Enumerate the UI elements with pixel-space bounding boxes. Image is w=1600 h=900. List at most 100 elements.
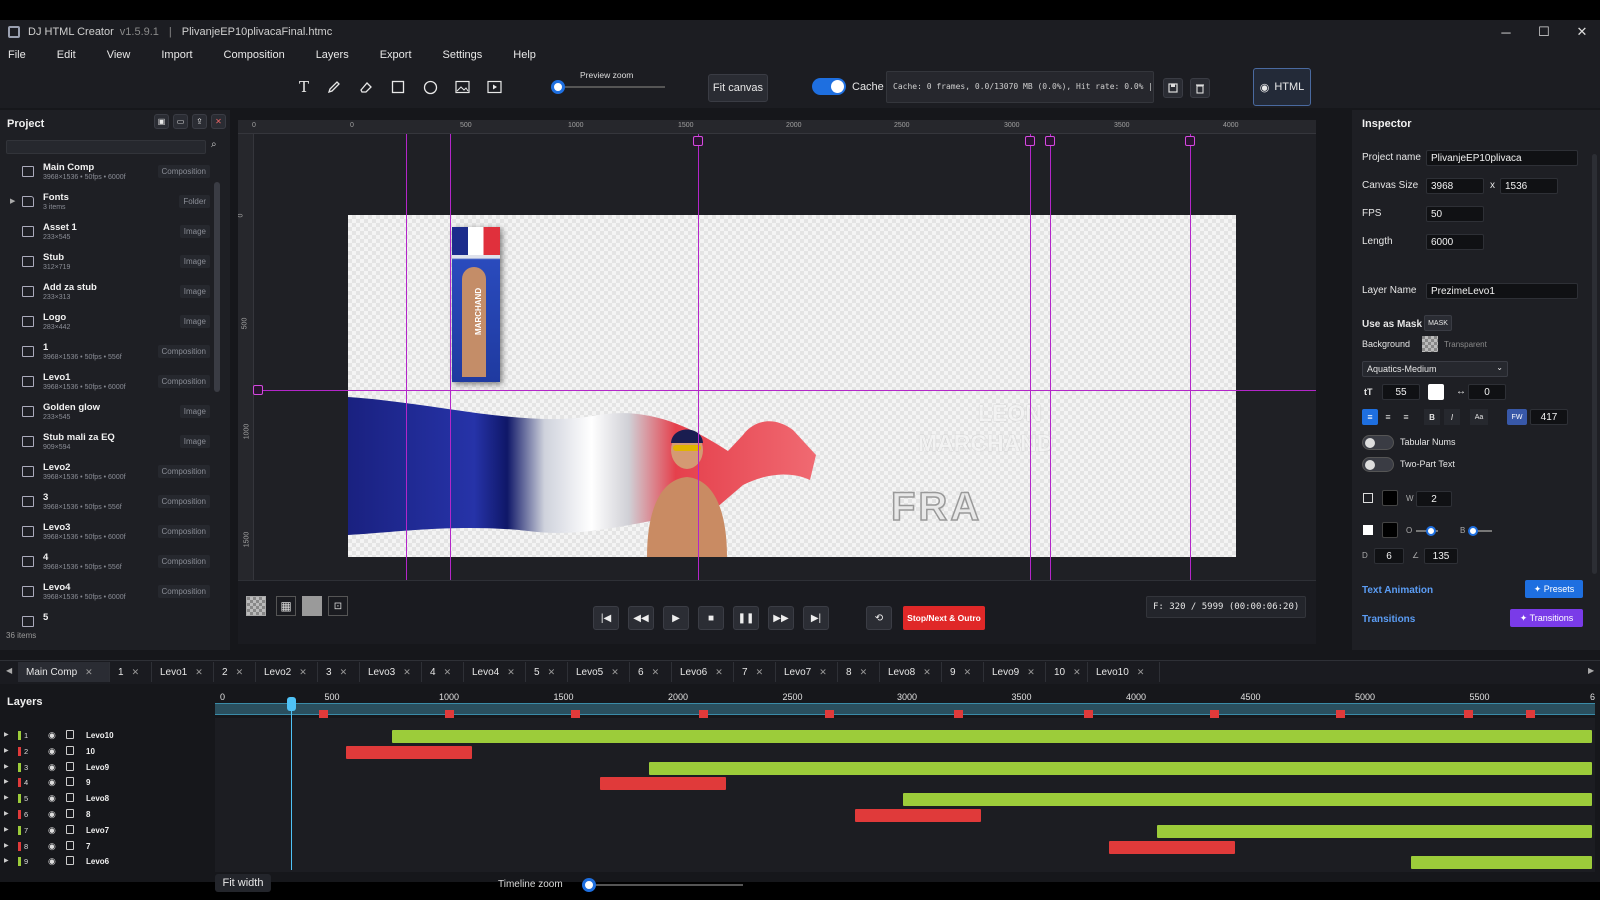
expand-arrow-icon[interactable]: ▶ bbox=[4, 826, 9, 833]
menu-layers[interactable]: Layers bbox=[307, 49, 371, 61]
tabs-scroll-right-icon[interactable]: ▶ bbox=[1588, 666, 1594, 675]
close-tab-icon[interactable]: ✕ bbox=[819, 667, 827, 678]
comp-tab[interactable]: 1 ✕ bbox=[110, 662, 152, 682]
tabs-scroll-left-icon[interactable]: ◀ bbox=[6, 666, 12, 675]
layer-row[interactable]: ▶ 7 ◉ Levo7 bbox=[0, 823, 210, 838]
timeline-zoom-thumb[interactable] bbox=[582, 878, 596, 892]
layer-clip-bar[interactable] bbox=[392, 730, 1592, 743]
project-item[interactable]: ▶ Fonts 3 items Folder bbox=[10, 188, 210, 216]
project-item[interactable]: Logo 283×442 Image bbox=[10, 308, 210, 336]
shadow-distance-input[interactable]: 6 bbox=[1374, 548, 1404, 564]
expand-arrow-icon[interactable]: ▶ bbox=[4, 778, 9, 785]
visibility-eye-icon[interactable]: ◉ bbox=[48, 746, 56, 757]
project-item[interactable]: 4 3968×1536 • 50fps • 556f Composition bbox=[10, 548, 210, 576]
layer-lock-icon[interactable] bbox=[66, 824, 74, 834]
play-icon[interactable]: ▶ bbox=[663, 606, 689, 630]
guide-vertical[interactable] bbox=[1030, 134, 1031, 580]
layer-clip-bar[interactable] bbox=[346, 745, 473, 759]
menu-composition[interactable]: Composition bbox=[215, 49, 307, 61]
fps-input[interactable]: 50 bbox=[1426, 206, 1484, 222]
keyframe-marker[interactable] bbox=[571, 710, 581, 718]
close-tab-icon[interactable]: ✕ bbox=[1137, 667, 1145, 678]
project-name-input[interactable]: PlivanjeEP10plivaca bbox=[1426, 150, 1578, 166]
project-item[interactable]: Main Comp 3968×1536 • 50fps • 6000f Compos… bbox=[10, 158, 210, 186]
cache-save-icon[interactable] bbox=[1163, 78, 1183, 98]
stroke-checkbox[interactable] bbox=[1363, 493, 1373, 503]
close-tab-icon[interactable]: ✕ bbox=[1073, 667, 1081, 678]
preview-zoom-slider[interactable] bbox=[551, 80, 665, 94]
project-search-input[interactable] bbox=[6, 140, 206, 154]
layer-clip-bar[interactable] bbox=[600, 777, 727, 791]
close-tab-icon[interactable]: ✕ bbox=[652, 667, 660, 678]
expand-arrow-icon[interactable]: ▶ bbox=[4, 857, 9, 864]
stop-next-outro-button[interactable]: Stop/Next & Outro bbox=[903, 606, 985, 630]
minimize-button[interactable]: ─ bbox=[1488, 20, 1524, 44]
expand-arrow-icon[interactable]: ▶ bbox=[4, 747, 9, 754]
canvas-width-input[interactable]: 3968 bbox=[1426, 178, 1484, 194]
rectangle-tool-icon[interactable] bbox=[389, 78, 407, 96]
html-preview-button[interactable]: ◉ HTML bbox=[1253, 68, 1311, 106]
keyframe-marker[interactable] bbox=[1336, 710, 1346, 718]
guide-lock-icon[interactable] bbox=[1185, 136, 1195, 146]
font-select[interactable]: Aquatics-Medium ⌄ bbox=[1362, 361, 1508, 377]
guide-vertical[interactable] bbox=[698, 134, 699, 580]
stop-icon[interactable]: ■ bbox=[698, 606, 724, 630]
layer-lock-icon[interactable] bbox=[66, 777, 74, 787]
comp-tab[interactable]: 5 ✕ bbox=[526, 662, 568, 682]
lock-guides-icon[interactable]: ⊡ bbox=[328, 596, 348, 616]
comp-tab[interactable]: 10 ✕ bbox=[1046, 662, 1088, 682]
gray-bg-toggle[interactable] bbox=[302, 596, 322, 616]
project-item[interactable]: Stub mali za EQ 909×594 Image bbox=[10, 428, 210, 456]
layer-clip-bar[interactable] bbox=[648, 761, 1592, 775]
layer-clip-bar[interactable] bbox=[1156, 824, 1592, 838]
comp-tab[interactable]: 4 ✕ bbox=[422, 662, 464, 682]
keyframe-marker[interactable] bbox=[1210, 710, 1220, 718]
font-weight-button[interactable]: FW bbox=[1507, 409, 1527, 425]
comp-tab[interactable]: 8 ✕ bbox=[838, 662, 880, 682]
close-tab-icon[interactable]: ✕ bbox=[860, 667, 868, 678]
project-item[interactable]: 1 3968×1536 • 50fps • 556f Composition bbox=[10, 338, 210, 366]
shadow-opacity-slider[interactable] bbox=[1416, 526, 1438, 536]
layer-row[interactable]: ▶ 4 ◉ 9 bbox=[0, 775, 210, 790]
close-tab-icon[interactable]: ✕ bbox=[340, 667, 348, 678]
shadow-blur-slider[interactable] bbox=[1468, 526, 1492, 536]
canvas-viewport[interactable]: 0 0 500 1000 1500 2000 2500 3000 3500 4000 0 500 10… bbox=[238, 120, 1316, 644]
timeline-zoom-slider[interactable] bbox=[582, 878, 743, 892]
shadow-opacity-thumb[interactable] bbox=[1426, 526, 1436, 536]
comp-tab[interactable]: 2 ✕ bbox=[214, 662, 256, 682]
project-scrollbar[interactable] bbox=[214, 182, 220, 392]
visibility-eye-icon[interactable]: ◉ bbox=[48, 809, 56, 820]
layer-row[interactable]: ▶ 2 ◉ 10 bbox=[0, 744, 210, 759]
stroke-width-input[interactable]: 2 bbox=[1416, 491, 1452, 507]
close-tab-icon[interactable]: ✕ bbox=[132, 667, 140, 678]
keyframe-marker[interactable] bbox=[1526, 710, 1536, 718]
layer-clip-bar[interactable] bbox=[1411, 856, 1592, 870]
layer-clip-bar[interactable] bbox=[854, 809, 981, 822]
layer-lock-icon[interactable] bbox=[66, 840, 74, 850]
menu-export[interactable]: Export bbox=[371, 49, 434, 61]
close-tab-icon[interactable]: ✕ bbox=[507, 667, 515, 678]
keyframe-marker[interactable] bbox=[319, 710, 329, 718]
last-name-text[interactable]: MARCHAND bbox=[918, 430, 1053, 457]
comp-tab[interactable]: Levo1 ✕ bbox=[152, 662, 214, 682]
keyframe-marker[interactable] bbox=[953, 710, 963, 718]
italic-button[interactable]: I bbox=[1444, 409, 1460, 425]
playhead[interactable] bbox=[291, 704, 293, 870]
composition-canvas[interactable]: MARCHAND LEON MARCHAND FRA bbox=[348, 215, 1236, 557]
go-to-start-icon[interactable]: |◀ bbox=[593, 606, 619, 630]
pause-icon[interactable]: ❚❚ bbox=[733, 606, 759, 630]
project-item[interactable]: Levo1 3968×1536 • 50fps • 6000f Compositio… bbox=[10, 368, 210, 396]
visibility-eye-icon[interactable]: ◉ bbox=[48, 841, 56, 852]
cache-toggle[interactable] bbox=[812, 78, 846, 95]
grid-icon[interactable]: ▦ bbox=[276, 596, 296, 616]
keyframe-marker[interactable] bbox=[1464, 710, 1474, 718]
visibility-eye-icon[interactable]: ◉ bbox=[48, 793, 56, 804]
tracking-input[interactable]: 0 bbox=[1468, 384, 1506, 400]
comp-tab[interactable]: 6 ✕ bbox=[630, 662, 672, 682]
presets-button[interactable]: ✦ Presets bbox=[1525, 580, 1583, 598]
close-tab-icon[interactable]: ✕ bbox=[1027, 667, 1035, 678]
layer-clip-bar[interactable] bbox=[902, 793, 1592, 807]
close-tab-icon[interactable]: ✕ bbox=[756, 667, 764, 678]
layer-lock-icon[interactable] bbox=[66, 761, 74, 771]
canvas-height-input[interactable]: 1536 bbox=[1500, 178, 1558, 194]
